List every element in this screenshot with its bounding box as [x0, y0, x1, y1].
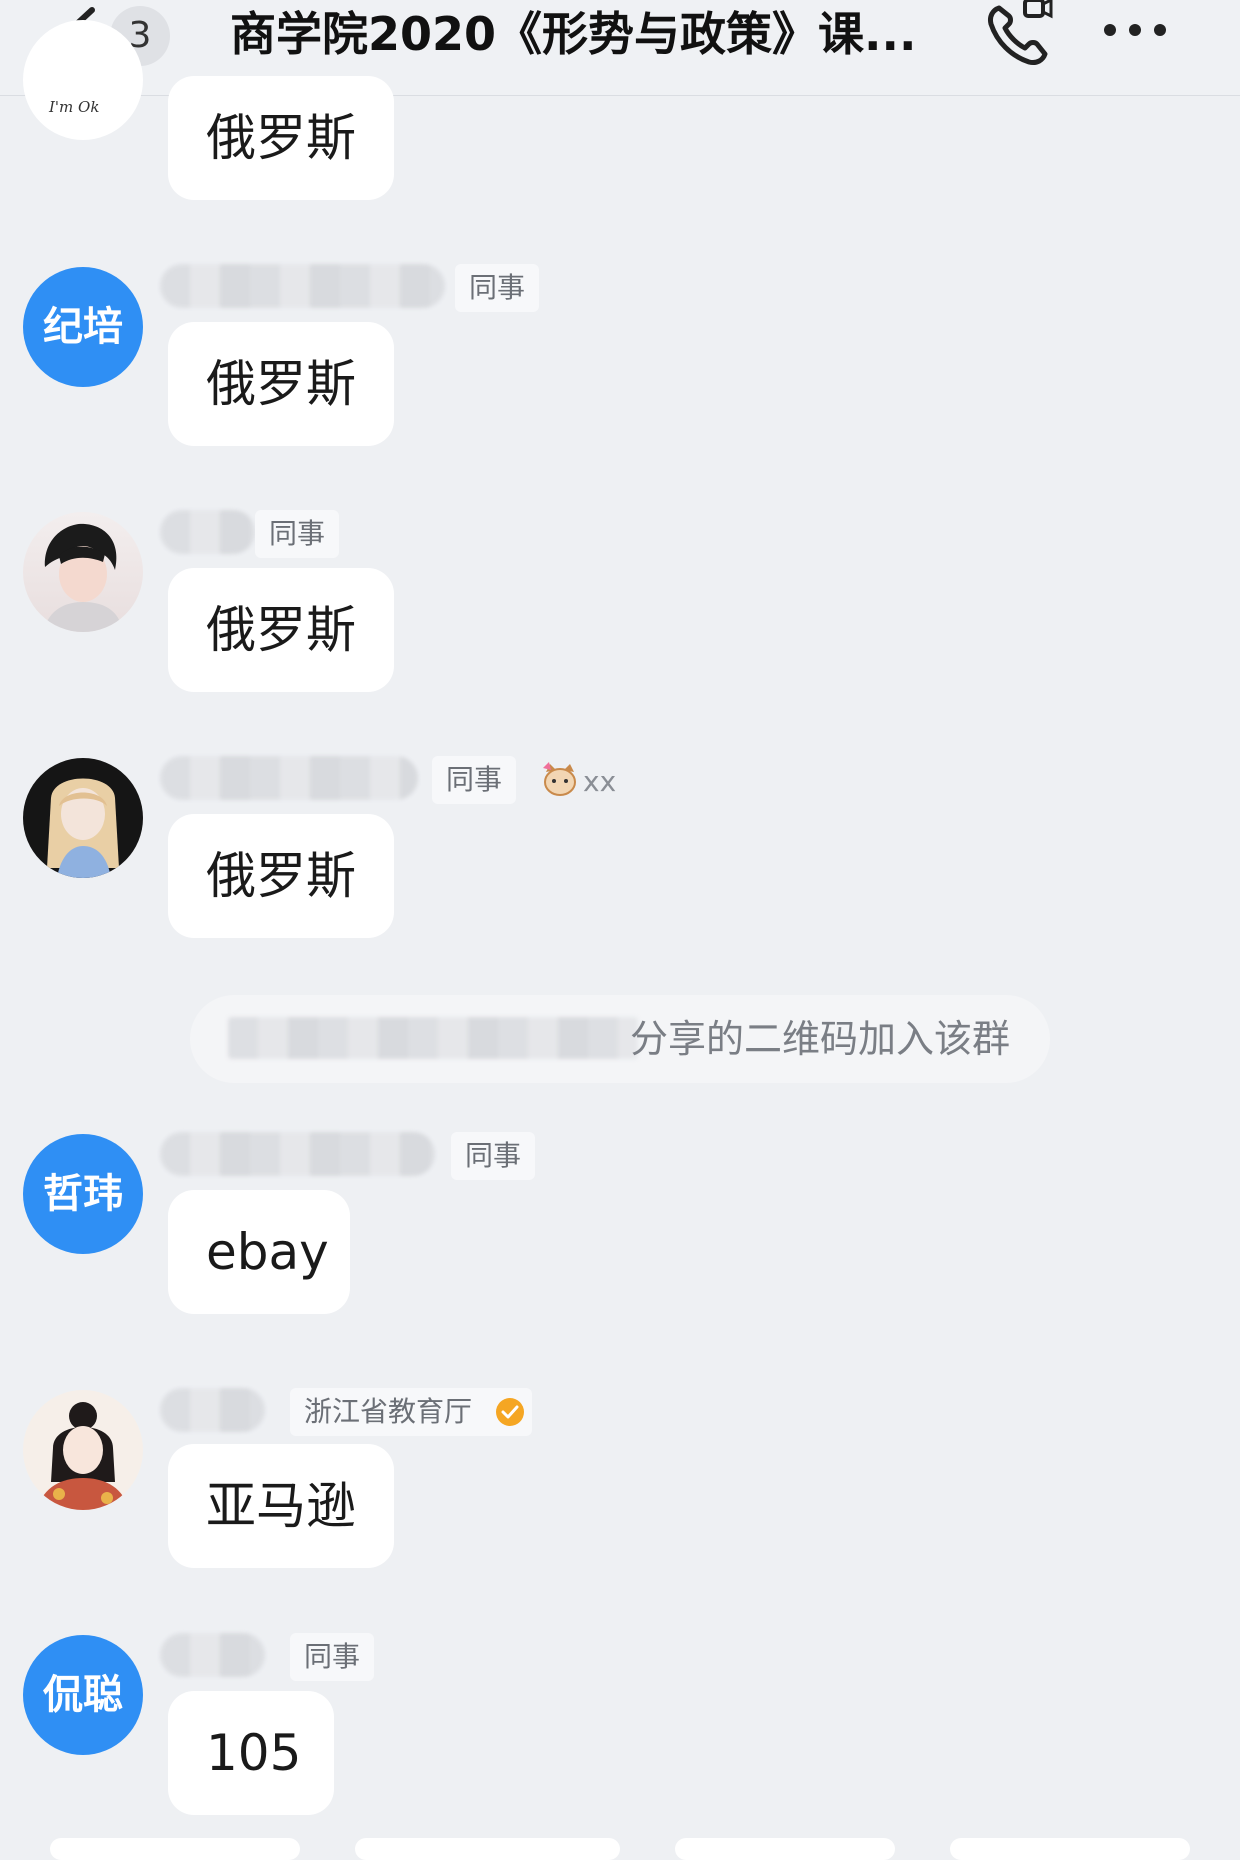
sender-tag: 同事: [290, 1633, 375, 1681]
sender-name-blurred: [160, 264, 445, 308]
quick-reply-strip: [0, 1838, 1240, 1860]
sender-name-blurred: [160, 756, 418, 800]
sender-tag: 同事: [432, 756, 517, 804]
chat-title[interactable]: 商学院2020《形势与政策》课...: [230, 2, 950, 66]
cat-emoji-icon: [543, 762, 576, 796]
sender-extra-tag: xx: [583, 765, 617, 798]
avatar[interactable]: [23, 758, 143, 878]
avatar[interactable]: I'm Ok: [23, 20, 143, 140]
more-options-icon[interactable]: [1100, 18, 1170, 42]
message-bubble[interactable]: 俄罗斯: [168, 568, 394, 692]
avatar[interactable]: [23, 1390, 143, 1510]
sender-name-blurred: [160, 510, 255, 554]
message-bubble[interactable]: 105: [168, 1691, 334, 1815]
verified-badge-icon: [496, 1398, 524, 1426]
quick-reply-chip[interactable]: [950, 1838, 1190, 1860]
sender-name-blurred: [160, 1633, 265, 1677]
avatar[interactable]: 纪培: [23, 267, 143, 387]
avatar-portrait: [47, 778, 119, 878]
sender-tag: 同事: [455, 264, 540, 312]
call-icon[interactable]: [985, 0, 1055, 66]
notice-name-blurred: [228, 1017, 638, 1059]
avatar[interactable]: 哲玮: [23, 1134, 143, 1254]
avatar[interactable]: 侃聪: [23, 1635, 143, 1755]
sender-tag: 同事: [451, 1132, 536, 1180]
quick-reply-chip[interactable]: [355, 1838, 620, 1860]
system-notice: 分享的二维码加入该群: [190, 995, 1050, 1083]
sender-name-blurred: [160, 1132, 435, 1176]
sender-name-blurred: [160, 1388, 265, 1432]
message-bubble[interactable]: 俄罗斯: [168, 814, 394, 938]
avatar-portrait: [37, 1402, 129, 1510]
message-bubble[interactable]: 俄罗斯: [168, 76, 394, 200]
avatar-caption: I'm Ok: [49, 98, 100, 116]
message-bubble[interactable]: 亚马逊: [168, 1444, 394, 1568]
avatar[interactable]: [23, 512, 143, 632]
quick-reply-chip[interactable]: [675, 1838, 895, 1860]
message-bubble[interactable]: ebay: [168, 1190, 350, 1314]
avatar-portrait: [43, 523, 123, 632]
system-notice-text: 分享的二维码加入该群: [630, 1017, 1011, 1061]
message-bubble[interactable]: 俄罗斯: [168, 322, 394, 446]
quick-reply-chip[interactable]: [50, 1838, 300, 1860]
sender-tag: 同事: [255, 510, 340, 558]
